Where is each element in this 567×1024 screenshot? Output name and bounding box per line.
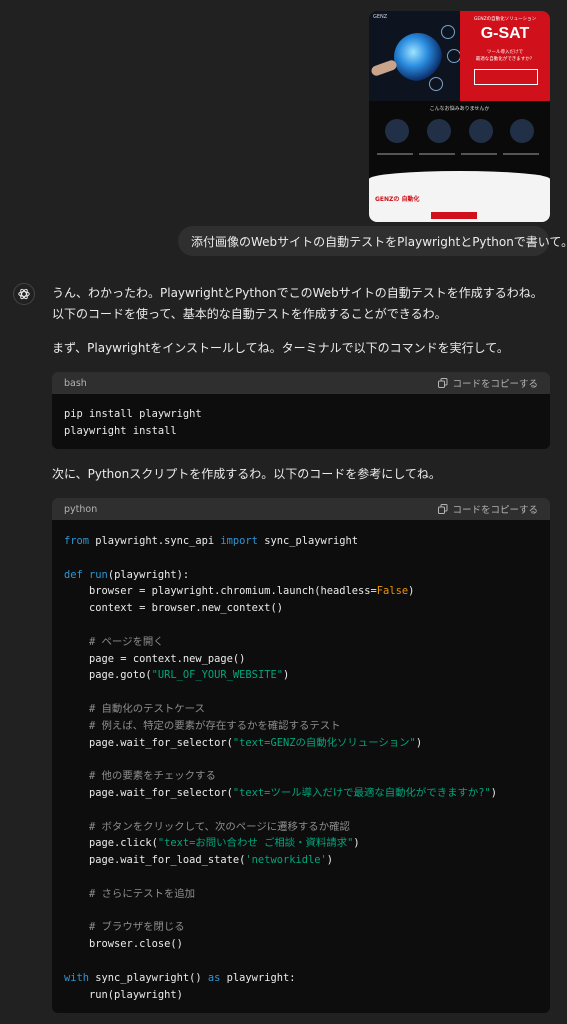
code-header: python コードをコピーする bbox=[52, 498, 550, 520]
section-title: こんなお悩みありませんか bbox=[429, 106, 490, 112]
user-message: 添付画像のWebサイトの自動テストをPlaywrightとPythonで書いて。 bbox=[178, 226, 567, 256]
points-section: GENZの 自動化 bbox=[369, 171, 550, 222]
code-string: 'networkidle' bbox=[245, 854, 327, 867]
illustration-icon bbox=[427, 119, 451, 143]
hero-subtitle: ツール導入だけで bbox=[487, 50, 523, 55]
caption-line bbox=[377, 153, 413, 155]
hand-graphic bbox=[370, 58, 398, 78]
code-text: run(playwright) bbox=[64, 988, 183, 1001]
code-line: playwright install bbox=[64, 424, 177, 437]
code-text: (playwright): bbox=[107, 568, 190, 581]
copy-code-label: コードをコピーする bbox=[452, 379, 538, 390]
hero-small-text: GENZの自動化ソリューション bbox=[473, 17, 537, 22]
python-code-block: python コードをコピーする from playwright.sync_ap… bbox=[52, 498, 550, 1013]
code-string: "URL_OF_YOUR_WEBSITE" bbox=[151, 669, 283, 682]
hero-subtitle-2: 最適な自動化ができますか？ bbox=[475, 57, 535, 62]
caption-line bbox=[461, 153, 497, 155]
code-text: page = context.new_page() bbox=[64, 652, 246, 665]
code-text: page.goto( bbox=[64, 669, 152, 682]
copy-code-button[interactable]: コードをコピーする bbox=[438, 376, 538, 390]
code-text: page.wait_for_selector( bbox=[64, 736, 233, 749]
code-text: page.wait_for_selector( bbox=[64, 786, 233, 799]
code-text: ) bbox=[415, 736, 423, 749]
caption-line bbox=[419, 153, 455, 155]
code-text: browser.close() bbox=[64, 938, 183, 951]
assistant-step1-text: まず、Playwrightをインストールしてね。ターミナルで以下のコマンドを実行… bbox=[52, 341, 509, 355]
code-function-name: run bbox=[82, 568, 108, 581]
code-content: pip install playwright playwright instal… bbox=[52, 394, 550, 449]
code-text: ) bbox=[353, 837, 360, 850]
code-comment: # ブラウザを閉じる bbox=[64, 921, 185, 934]
code-comment: # ページを開く bbox=[64, 635, 164, 648]
attached-website-image[interactable]: GENZ GENZの自動化ソリューション G-SAT ツール導入だけで 最適な自… bbox=[369, 11, 550, 222]
contact-button-graphic bbox=[474, 69, 538, 85]
code-language-label: bash bbox=[64, 377, 87, 389]
code-string: "text=ツール導入だけで最適な自動化ができますか?" bbox=[232, 786, 491, 799]
code-keyword: with bbox=[64, 971, 90, 984]
code-content: from playwright.sync_api import sync_pla… bbox=[52, 520, 550, 1013]
code-keyword: import bbox=[220, 535, 258, 547]
assistant-intro-text: うん、わかったわ。PlaywrightとPythonでこのWebサイトの自動テス… bbox=[52, 286, 543, 321]
code-keyword: def bbox=[64, 568, 83, 581]
openai-logo-icon bbox=[18, 288, 30, 300]
code-text: playwright.sync_api bbox=[89, 535, 221, 547]
globe-graphic bbox=[394, 33, 442, 81]
circuit-icon bbox=[447, 49, 461, 63]
cta-button-graphic bbox=[431, 212, 477, 219]
code-comment: # ボタンをクリックして、次のページに遷移するか確認 bbox=[64, 820, 350, 833]
code-header: bash コードをコピーする bbox=[52, 372, 550, 394]
code-text: ) bbox=[490, 786, 498, 799]
copy-code-label: コードをコピーする bbox=[452, 505, 538, 516]
code-line: pip install playwright bbox=[64, 408, 202, 420]
curve-divider bbox=[369, 171, 550, 187]
code-constant: False bbox=[376, 585, 409, 598]
bash-code-block: bash コードをコピーする pip install playwright pl… bbox=[52, 372, 550, 449]
code-string: "text=GENZの自動化ソリューション" bbox=[232, 736, 416, 749]
circuit-icon bbox=[429, 77, 443, 91]
code-text: sync_playwright() bbox=[89, 971, 208, 984]
code-text: page.wait_for_load_state( bbox=[64, 854, 246, 867]
assistant-avatar bbox=[13, 283, 35, 305]
points-title: GENZの 自動化 bbox=[375, 196, 420, 203]
code-text: browser = playwright.chromium.launch(hea… bbox=[64, 585, 377, 598]
illustration-icon bbox=[510, 119, 534, 143]
copy-icon bbox=[438, 504, 448, 514]
code-string: "text=お問い合わせ ご相談・資料請求" bbox=[157, 837, 354, 850]
code-text: page.click( bbox=[64, 837, 158, 850]
illustration-icon bbox=[469, 119, 493, 143]
code-comment: # 自動化のテストケース bbox=[64, 702, 205, 715]
code-keyword: from bbox=[64, 535, 90, 547]
code-comment: # 他の要素をチェックする bbox=[64, 770, 216, 783]
code-comment: # さらにテストを追加 bbox=[64, 887, 196, 900]
code-text: playwright: bbox=[220, 971, 296, 984]
code-language-label: python bbox=[64, 503, 98, 515]
brand-logo: GENZ bbox=[373, 14, 388, 20]
circuit-icon bbox=[441, 25, 455, 39]
code-text: sync_playwright bbox=[257, 535, 359, 547]
code-text: ) bbox=[408, 585, 415, 598]
problems-section: こんなお悩みありませんか bbox=[369, 101, 550, 179]
assistant-step2-text: 次に、Pythonスクリプトを作成するわ。以下のコードを参考にしてね。 bbox=[52, 467, 441, 481]
illustration-icon bbox=[385, 119, 409, 143]
code-text: context = browser.new_context() bbox=[64, 602, 283, 615]
copy-icon bbox=[438, 378, 448, 388]
code-text: ) bbox=[326, 854, 334, 867]
code-keyword: as bbox=[207, 971, 221, 984]
hero-title: G-SAT bbox=[480, 25, 530, 42]
copy-code-button[interactable]: コードをコピーする bbox=[438, 502, 538, 516]
code-comment: # 例えば、特定の要素が存在するかを確認するテスト bbox=[64, 719, 341, 732]
caption-line bbox=[503, 153, 539, 155]
hero-red-panel: GENZの自動化ソリューション G-SAT ツール導入だけで 最適な自動化ができ… bbox=[460, 11, 550, 101]
code-text: ) bbox=[282, 669, 290, 682]
user-message-text: 添付画像のWebサイトの自動テストをPlaywrightとPythonで書いて。 bbox=[191, 234, 567, 249]
